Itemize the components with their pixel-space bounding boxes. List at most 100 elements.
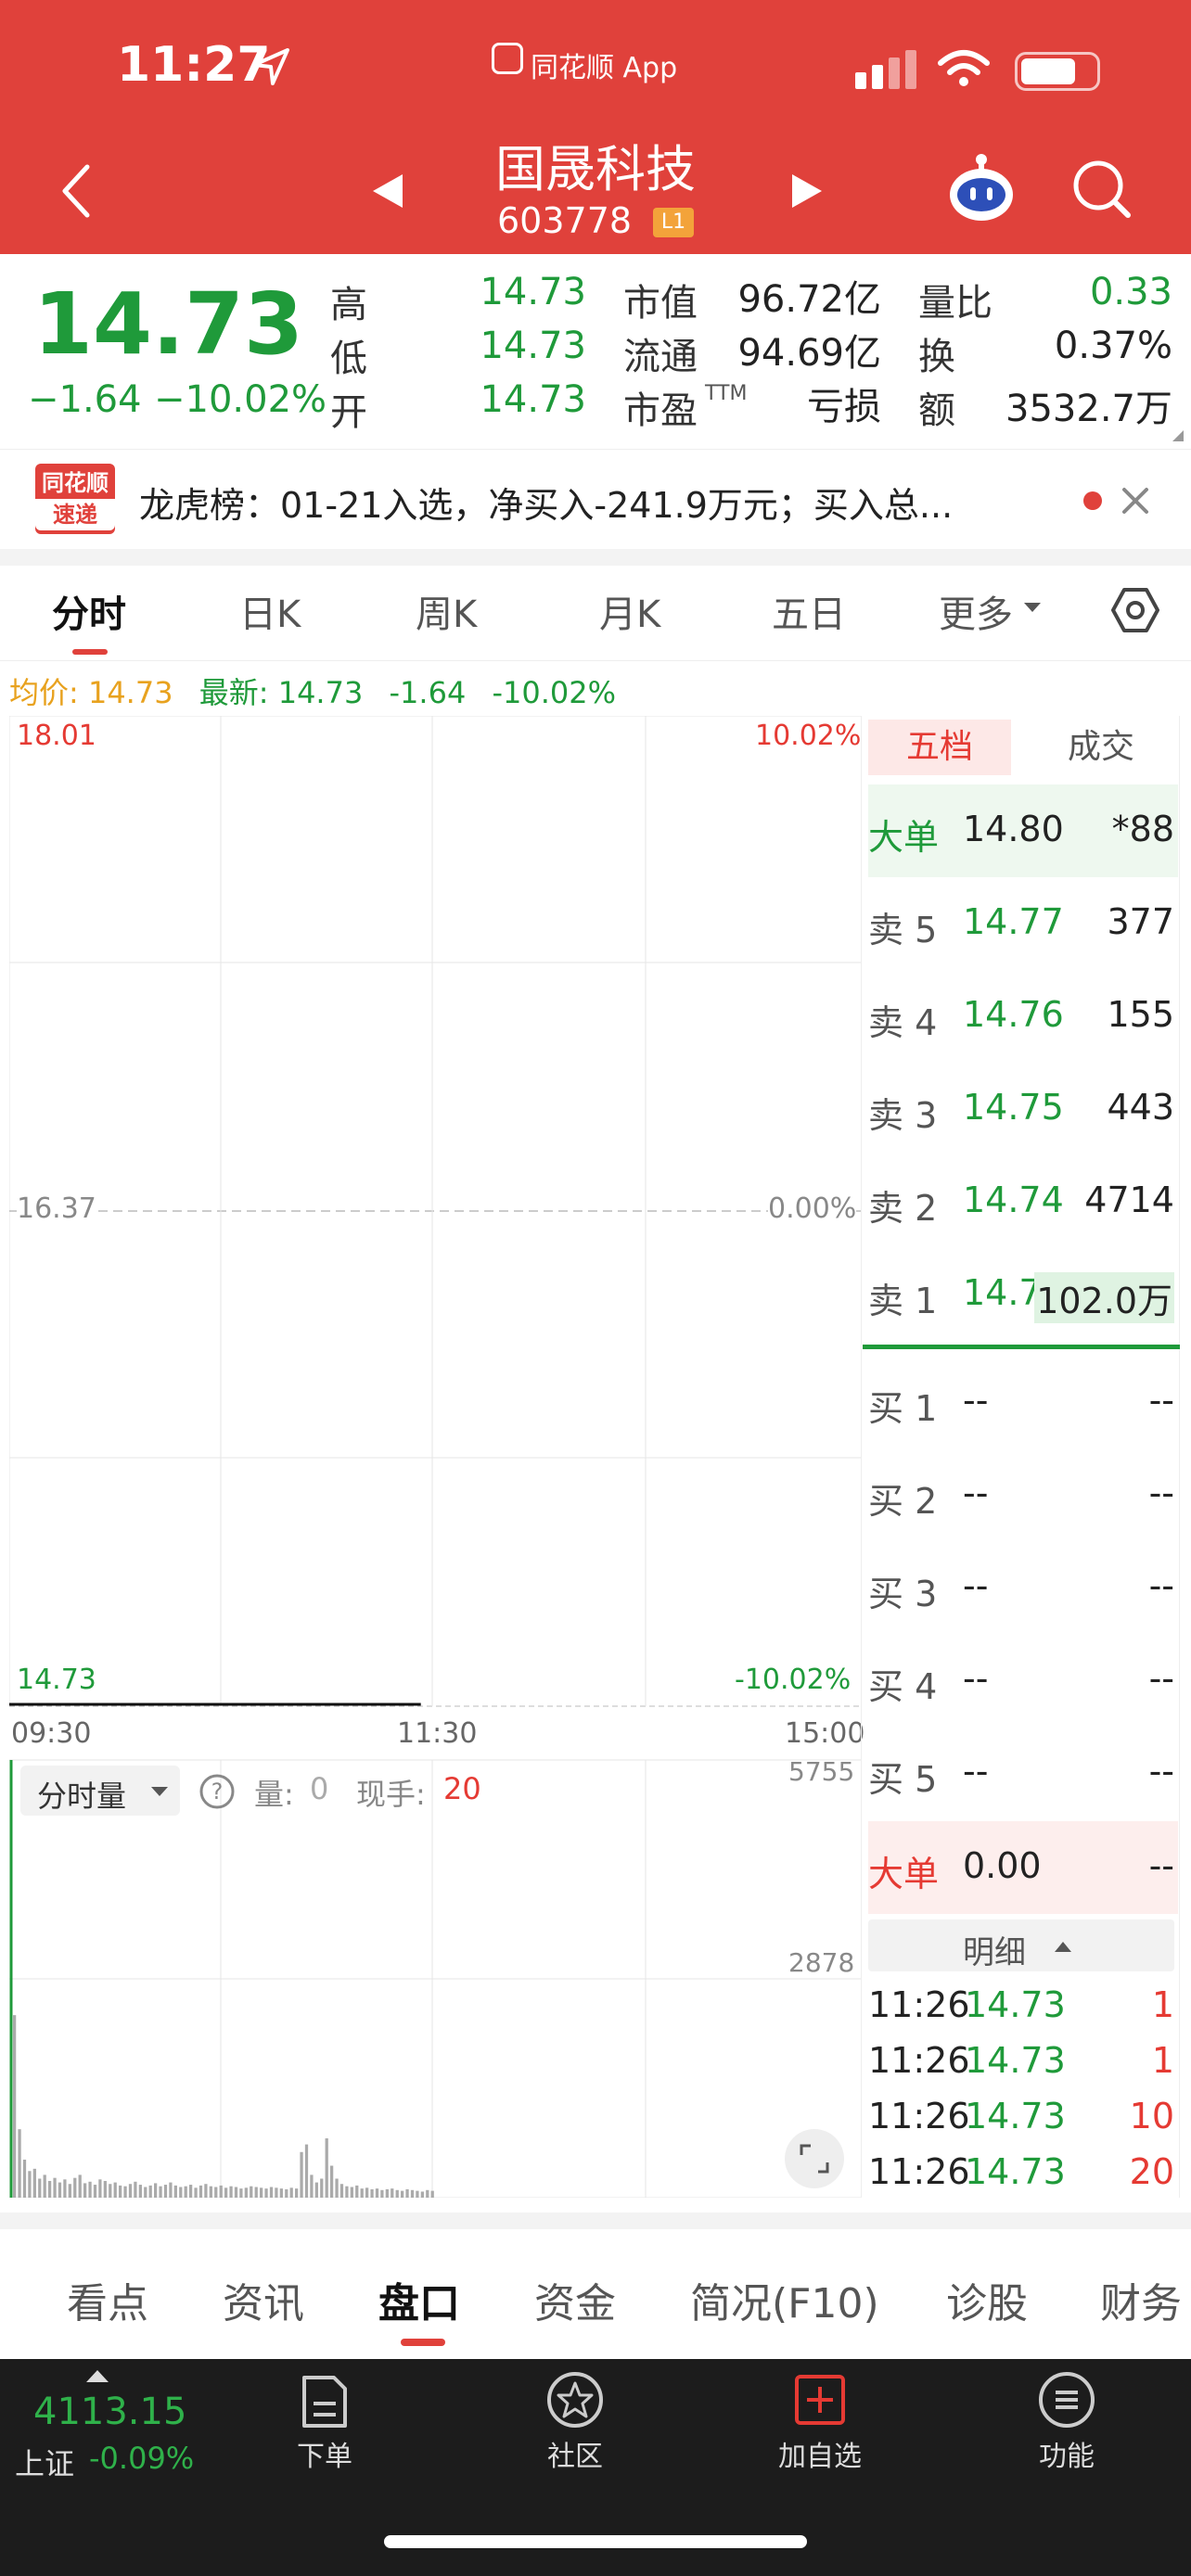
volume-bar — [154, 2183, 158, 2198]
tab-news[interactable]: 资讯 — [223, 2270, 304, 2329]
ask-vol: 102.0万 — [1034, 1272, 1174, 1323]
volume-selector[interactable]: 分时量 — [20, 1766, 180, 1816]
bid-row[interactable]: 买 4 -- -- — [868, 1634, 1178, 1727]
detail-header[interactable]: 明细 — [868, 1919, 1174, 1971]
index-pct: -0.09% — [89, 2441, 195, 2476]
intraday-chart[interactable] — [9, 716, 861, 2198]
functions-label[interactable]: 功能 — [1011, 2433, 1122, 2474]
bid-vol: -- — [1148, 1751, 1174, 1792]
index-name: 上证 — [15, 2446, 75, 2481]
current-price: 14.73 — [33, 274, 304, 374]
home-indicator[interactable] — [384, 2535, 807, 2548]
close-icon[interactable] — [1119, 484, 1152, 517]
detail-row: 11:26 14.73 20 — [868, 2151, 1178, 2207]
big-order-price: 14.80 — [963, 809, 1064, 849]
order-icon[interactable] — [299, 2374, 351, 2429]
bid-row[interactable]: 买 2 -- -- — [868, 1448, 1178, 1541]
volume-bar — [78, 2174, 82, 2198]
community-label[interactable]: 社区 — [519, 2433, 631, 2474]
big-order-vol: *88 — [1111, 809, 1174, 849]
ask-row[interactable]: 卖 2 14.74 4714 — [868, 1155, 1178, 1248]
avg-price-label: 均价: 14.73 — [9, 675, 173, 710]
volume-bar — [330, 2165, 334, 2198]
big-order-label: 大单 — [868, 817, 940, 858]
stat-value-float: 94.69亿 — [737, 332, 881, 375]
add-watchlist-icon[interactable] — [794, 2374, 846, 2426]
bid-vol: -- — [1148, 1565, 1174, 1606]
volume-bar — [350, 2187, 353, 2198]
bid-row[interactable]: 买 3 -- -- — [868, 1541, 1178, 1634]
order-label[interactable]: 下单 — [269, 2433, 380, 2474]
tab-order-book[interactable]: 盘口 — [378, 2270, 460, 2329]
community-icon[interactable] — [545, 2370, 605, 2429]
ask-row[interactable]: 卖 1 14.73 102.0万 — [868, 1248, 1178, 1341]
detail-price: 14.73 — [965, 2151, 1066, 2192]
tab-intraday[interactable]: 分时 — [52, 584, 126, 638]
stat-value-volratio: 0.33 — [1089, 271, 1172, 313]
volume-bar — [214, 2187, 218, 2198]
volume-bar — [355, 2185, 359, 2198]
volume-bar — [335, 2178, 339, 2198]
robot-assistant-icon[interactable] — [944, 152, 1018, 226]
chart-settings-icon[interactable] — [1109, 584, 1161, 636]
bid-vol: -- — [1148, 1473, 1174, 1513]
detail-vol: 20 — [1129, 2151, 1174, 2192]
tab-f10-profile[interactable]: 简况(F10) — [690, 2270, 879, 2329]
volume-bar — [109, 2184, 112, 2198]
tab-finance[interactable]: 财务 — [1100, 2270, 1191, 2329]
stat-value-amount: 3532.7万 — [1005, 388, 1172, 430]
tab-diagnosis[interactable]: 诊股 — [946, 2270, 1028, 2329]
fullscreen-button[interactable] — [785, 2129, 844, 2188]
expand-corner-icon[interactable] — [1171, 428, 1185, 443]
news-text[interactable]: 龙虎榜：01-21入选，净买入-241.9万元；买入总... — [139, 477, 953, 528]
index-value[interactable]: 4113.15 — [33, 2391, 186, 2433]
add-watchlist-label[interactable]: 加自选 — [764, 2433, 876, 2474]
search-icon[interactable] — [1070, 158, 1135, 223]
next-stock-icon[interactable] — [790, 172, 824, 210]
volume-bar — [279, 2188, 283, 2198]
tab-more[interactable]: 更多 — [939, 584, 1013, 638]
bid-row[interactable]: 买 5 -- -- — [868, 1727, 1178, 1819]
volume-y-top: 5755 — [788, 1756, 855, 1787]
stat-label-pe-sup: TTM — [705, 382, 748, 405]
functions-menu-icon[interactable] — [1037, 2370, 1096, 2429]
y-left-top-label: 18.01 — [17, 720, 96, 752]
help-icon[interactable]: ? — [198, 1773, 236, 1810]
ask-row[interactable]: 卖 5 14.77 377 — [868, 877, 1178, 970]
tab-deals[interactable]: 成交 — [1030, 720, 1172, 775]
volume-bar — [159, 2186, 162, 2198]
volume-bar — [68, 2184, 71, 2198]
big-order-price: 0.00 — [963, 1845, 1042, 1886]
detail-vol: 10 — [1129, 2096, 1174, 2136]
news-badge-line2: 速递 — [35, 499, 115, 530]
volume-bar — [148, 2185, 152, 2198]
latest-change-pct: -10.02% — [492, 675, 617, 710]
tab-daily-k[interactable]: 日K — [239, 584, 301, 638]
detail-vol: 1 — [1151, 2040, 1174, 2081]
y-right-bottom-label: -10.02% — [735, 1664, 852, 1696]
volume-bar — [179, 2187, 183, 2198]
ask-vol: 4714 — [1084, 1180, 1174, 1220]
tab-highlights[interactable]: 看点 — [67, 2270, 148, 2329]
stat-label-pe: 市盈 — [623, 389, 698, 432]
volume-bar — [48, 2180, 52, 2198]
volume-bar — [391, 2188, 394, 2198]
detail-price: 14.73 — [965, 2040, 1066, 2081]
bid-label: 买 1 — [868, 1388, 938, 1429]
ask-row[interactable]: 卖 3 14.75 443 — [868, 1063, 1178, 1155]
bid-row[interactable]: 买 1 -- -- — [868, 1356, 1178, 1448]
bid-price: -- — [963, 1751, 989, 1792]
signal-bar — [872, 65, 883, 89]
bid-price: -- — [963, 1473, 989, 1513]
tab-monthly-k[interactable]: 月K — [599, 584, 660, 638]
volume-bar — [229, 2186, 233, 2198]
y-right-top-label: 10.02% — [755, 720, 862, 752]
tab-five-levels[interactable]: 五档 — [868, 720, 1011, 775]
chart-grid — [9, 716, 861, 2198]
tab-funds[interactable]: 资金 — [534, 2270, 616, 2329]
tab-weekly-k[interactable]: 周K — [416, 584, 477, 638]
volume-y-mid: 2878 — [788, 1947, 855, 1978]
volume-bar — [93, 2185, 97, 2198]
ask-row[interactable]: 卖 4 14.76 155 — [868, 970, 1178, 1063]
tab-five-day[interactable]: 五日 — [772, 584, 846, 638]
